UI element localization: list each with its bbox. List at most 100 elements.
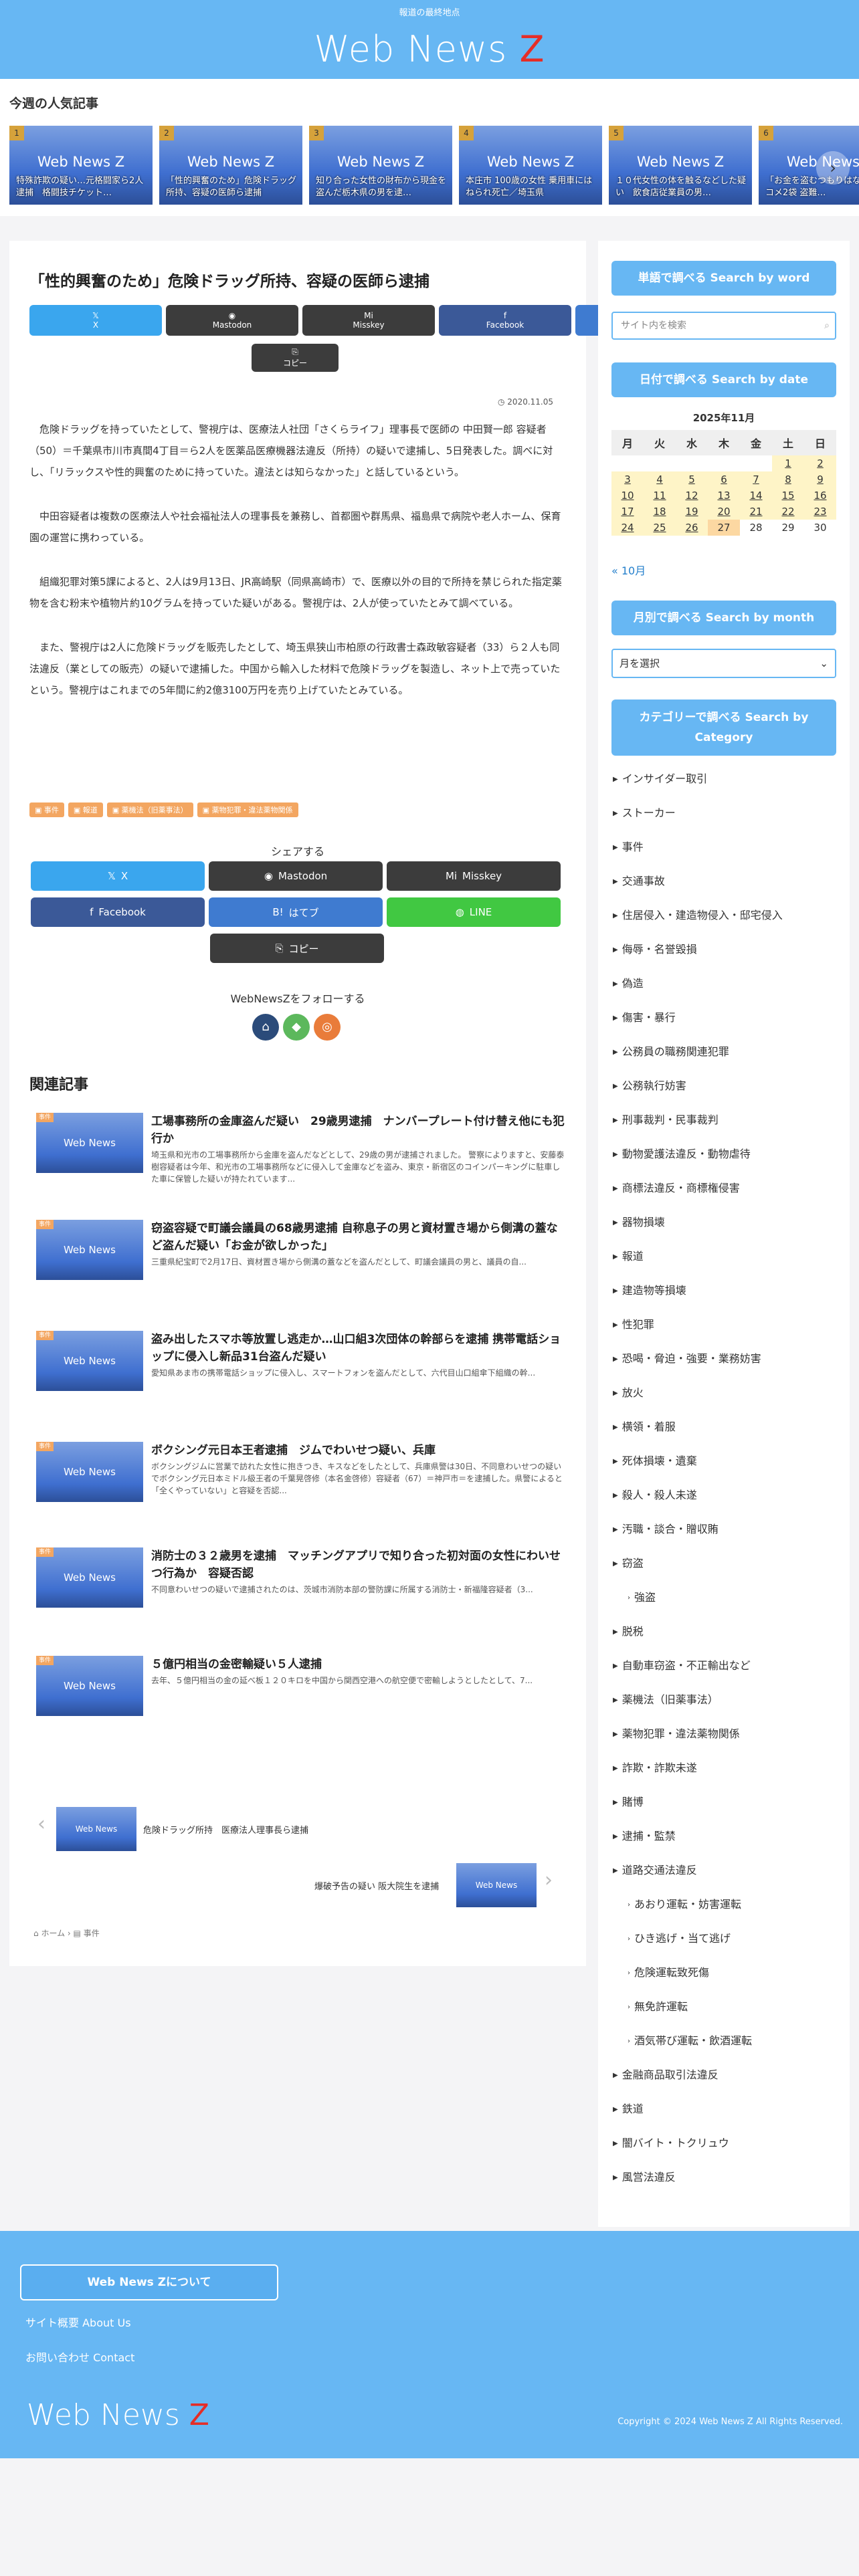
popular-item[interactable]: 5 Web News Z １０代女性の体を触るなどした疑い 飲食店従業員の男… bbox=[609, 126, 752, 205]
category-item[interactable]: ▶ 住居侵入・建造物侵入・邸宅侵入 bbox=[613, 905, 838, 940]
related-item[interactable]: 事件 Web News 工場事務所の金庫盗んだ疑い 29歳男逮捕 ナンバープレート… bbox=[36, 1113, 565, 1184]
category-item[interactable]: › ひき逃げ・当て逃げ bbox=[613, 1929, 838, 1963]
chevron-right-icon[interactable]: › bbox=[545, 1868, 553, 1892]
prev-article-link[interactable]: 危険ドラッグ所持 医療法人理事長ら逮捕 bbox=[143, 1823, 308, 1836]
calendar-day[interactable]: 1 bbox=[772, 455, 804, 471]
share-line-button[interactable]: ◍LINE bbox=[387, 897, 561, 927]
tag-link[interactable]: ▣ 事件 bbox=[29, 802, 64, 817]
chevron-left-icon[interactable]: ‹ bbox=[37, 1812, 45, 1836]
category-item[interactable]: ▶ 性犯罪 bbox=[613, 1315, 838, 1349]
share-facebook-button[interactable]: f Facebook bbox=[439, 305, 571, 336]
calendar-day[interactable]: 15 bbox=[772, 488, 804, 504]
calendar-day[interactable]: 25 bbox=[644, 520, 676, 536]
search-icon[interactable]: ⌕ bbox=[824, 313, 830, 338]
share-misskey-button[interactable]: Mi Misskey bbox=[387, 861, 561, 891]
category-item[interactable]: ▶ 商標法違反・商標権侵害 bbox=[613, 1178, 838, 1212]
tag-link[interactable]: ▣ 報道 bbox=[68, 802, 103, 817]
calendar-day[interactable]: 22 bbox=[772, 504, 804, 520]
footer-link-contact[interactable]: お問い合わせ Contact bbox=[25, 2349, 134, 2365]
related-item[interactable]: 事件 Web News 窃盗容疑で町議会議員の68歳男逮捕 自称息子の男と資材置き… bbox=[36, 1220, 565, 1287]
popular-item[interactable]: 1 Web News Z 特殊詐欺の疑い…元格闘家ら2人逮捕 格闘技チケット… bbox=[9, 126, 153, 205]
category-item[interactable]: ▶ 刑事裁判・民事裁判 bbox=[613, 1110, 838, 1144]
category-item[interactable]: ▶ 道路交通法違反 bbox=[613, 1860, 838, 1895]
category-item[interactable]: ▶ 詐欺・詐欺未遂 bbox=[613, 1758, 838, 1792]
category-item[interactable]: ▶ 闇バイト・トクリュウ bbox=[613, 2133, 838, 2167]
popular-item[interactable]: 4 Web News Z 本庄市 100歳の女性 乗用車にはねられ死亡／埼玉県 bbox=[459, 126, 602, 205]
footer-logo[interactable]: Web News Z bbox=[27, 2398, 209, 2432]
next-thumbnail[interactable]: Web News bbox=[456, 1863, 537, 1907]
footer-link-about[interactable]: サイト概要 About Us bbox=[25, 2314, 131, 2330]
calendar-day[interactable]: 14 bbox=[740, 488, 772, 504]
calendar-day[interactable]: 3 bbox=[611, 471, 644, 488]
calendar-day[interactable]: 5 bbox=[676, 471, 708, 488]
share-facebook-button[interactable]: f Facebook bbox=[31, 897, 205, 927]
calendar-day[interactable]: 20 bbox=[708, 504, 740, 520]
category-item[interactable]: ▶ 傷害・暴行 bbox=[613, 1008, 838, 1042]
category-item[interactable]: ▶ 逮捕・監禁 bbox=[613, 1826, 838, 1860]
calendar-day[interactable]: 13 bbox=[708, 488, 740, 504]
category-item[interactable]: ▶ 鉄道 bbox=[613, 2099, 838, 2133]
category-item[interactable]: ▶ 事件 bbox=[613, 837, 838, 871]
category-item[interactable]: ▶ 汚職・談合・贈収賄 bbox=[613, 1519, 838, 1553]
tag-link[interactable]: ▣ 薬機法（旧薬事法） bbox=[106, 802, 193, 817]
calendar-day[interactable]: 4 bbox=[644, 471, 676, 488]
share-x-button[interactable]: 𝕏X bbox=[29, 305, 162, 336]
category-item[interactable]: ▶ 薬物犯罪・違法薬物関係 bbox=[613, 1724, 838, 1758]
calendar-day[interactable]: 12 bbox=[676, 488, 708, 504]
search-input[interactable]: サイト内を検索 ⌕ bbox=[611, 312, 836, 340]
home-icon[interactable]: ⌂ bbox=[252, 1014, 279, 1041]
category-item[interactable]: › 酒気帯び運転・飲酒運転 bbox=[613, 2031, 838, 2065]
share-mastodon-button[interactable]: ◉ Mastodon bbox=[166, 305, 298, 336]
category-item[interactable]: ▶ 交通事故 bbox=[613, 871, 838, 905]
category-item[interactable]: ▶ 横領・着服 bbox=[613, 1417, 838, 1451]
tag-link[interactable]: ▣ 薬物犯罪・違法薬物関係 bbox=[197, 802, 298, 817]
related-item[interactable]: 事件 Web News ボクシング元日本王者逮捕 ジムでわいせつ疑い、兵庫 ボクシ… bbox=[36, 1442, 565, 1509]
calendar-day[interactable]: 17 bbox=[611, 504, 644, 520]
share-misskey-button[interactable]: Mi Misskey bbox=[302, 305, 435, 336]
calendar-day[interactable]: 21 bbox=[740, 504, 772, 520]
breadcrumb-home[interactable]: ホーム bbox=[41, 1929, 65, 1938]
calendar-day[interactable]: 8 bbox=[772, 471, 804, 488]
related-item[interactable]: 事件 Web News 消防士の３２歳男を逮捕 マッチングアプリで知り合った初対面… bbox=[36, 1547, 565, 1614]
share-mastodon-button[interactable]: ◉ Mastodon bbox=[209, 861, 383, 891]
category-item[interactable]: ▶ 放火 bbox=[613, 1383, 838, 1417]
prev-month-link[interactable]: « 10月 bbox=[611, 562, 646, 578]
calendar-day[interactable]: 24 bbox=[611, 520, 644, 536]
share-copy-button[interactable]: ⎘ コピー bbox=[252, 344, 339, 372]
category-item[interactable]: ▶ 恐喝・脅迫・強要・業務妨害 bbox=[613, 1349, 838, 1383]
related-item[interactable]: 事件 Web News ５億円相当の金密輸疑い５人逮捕 去年、５億円相当の金の延べ… bbox=[36, 1656, 565, 1723]
category-item[interactable]: ▶ 公務員の職務関連犯罪 bbox=[613, 1042, 838, 1076]
share-copy-button[interactable]: ⎘ コピー bbox=[210, 934, 384, 963]
related-item[interactable]: 事件 Web News 盗み出したスマホ等放置し逃走か…山口組3次団体の幹部らを逮… bbox=[36, 1331, 565, 1398]
prev-thumbnail[interactable]: Web News bbox=[56, 1807, 136, 1851]
category-item[interactable]: ▶ 窃盗 bbox=[613, 1553, 838, 1588]
category-item[interactable]: ▶ 賭博 bbox=[613, 1792, 838, 1826]
breadcrumb-category[interactable]: 事件 bbox=[84, 1929, 100, 1938]
category-item[interactable]: ▶ 侮辱・名誉毀損 bbox=[613, 940, 838, 974]
category-item[interactable]: ▶ 風営法違反 bbox=[613, 2167, 838, 2202]
calendar-day[interactable]: 23 bbox=[804, 504, 836, 520]
month-select[interactable]: 月を選択 ⌄ bbox=[611, 649, 836, 678]
calendar-day[interactable]: 19 bbox=[676, 504, 708, 520]
category-item[interactable]: › 強盗 bbox=[613, 1588, 838, 1622]
calendar-day[interactable]: 10 bbox=[611, 488, 644, 504]
category-item[interactable]: ▶ 脱税 bbox=[613, 1622, 838, 1656]
category-item[interactable]: ▶ 器物損壊 bbox=[613, 1212, 838, 1247]
calendar-day[interactable]: 26 bbox=[676, 520, 708, 536]
rss-icon[interactable]: ◎ bbox=[314, 1014, 341, 1041]
category-item[interactable]: ▶ 偽造 bbox=[613, 974, 838, 1008]
calendar-day[interactable]: 11 bbox=[644, 488, 676, 504]
category-item[interactable]: › あおり運転・妨害運転 bbox=[613, 1895, 838, 1929]
category-item[interactable]: › 無免許運転 bbox=[613, 1997, 838, 2031]
category-item[interactable]: ▶ 動物愛護法違反・動物虐待 bbox=[613, 1144, 838, 1178]
category-item[interactable]: ▶ 死体損壊・遺棄 bbox=[613, 1451, 838, 1485]
feedly-icon[interactable]: ◆ bbox=[283, 1014, 310, 1041]
calendar-day[interactable]: 16 bbox=[804, 488, 836, 504]
calendar-day[interactable]: 6 bbox=[708, 471, 740, 488]
category-item[interactable]: ▶ 建造物等損壊 bbox=[613, 1281, 838, 1315]
category-item[interactable]: ▶ 金融商品取引法違反 bbox=[613, 2065, 838, 2099]
category-item[interactable]: ▶ 殺人・殺人未遂 bbox=[613, 1485, 838, 1519]
category-item[interactable]: ▶ 薬機法（旧薬事法） bbox=[613, 1690, 838, 1724]
category-item[interactable]: › 危険運転致死傷 bbox=[613, 1963, 838, 1997]
carousel-next-button[interactable]: › bbox=[816, 151, 850, 185]
